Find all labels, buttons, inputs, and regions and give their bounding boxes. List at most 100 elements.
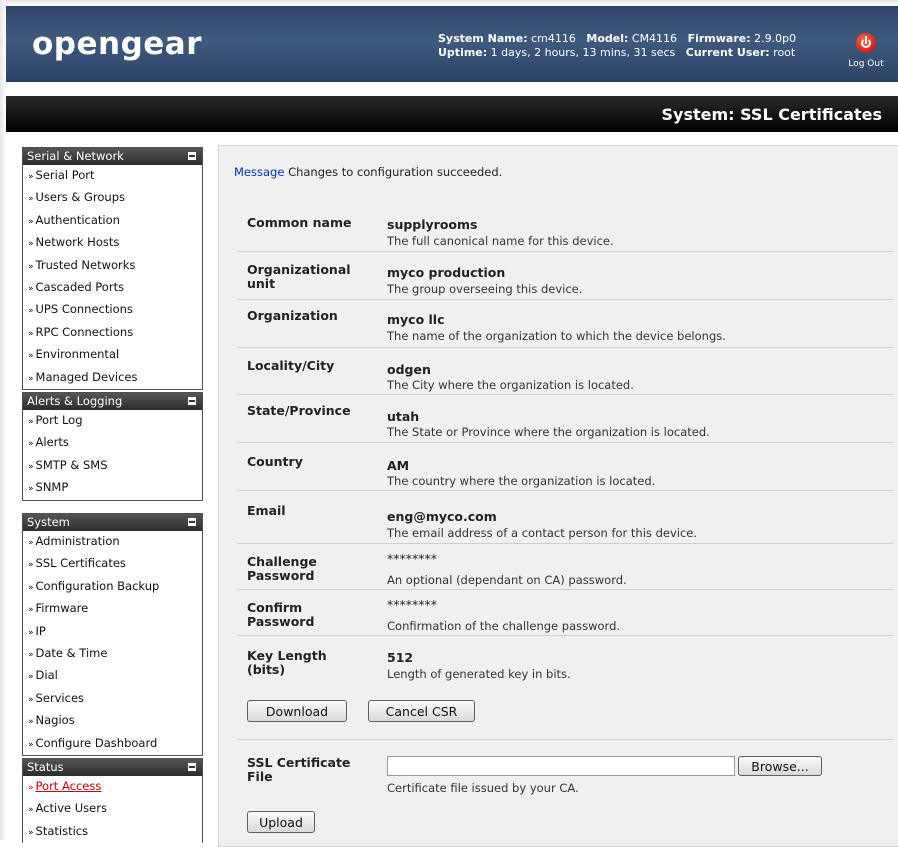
sidebar-item-services[interactable]: » Services bbox=[23, 688, 202, 710]
confirm-password-label: Confirm Password bbox=[247, 601, 314, 629]
sidebar-item-managed-devices[interactable]: » Managed Devices bbox=[23, 367, 202, 389]
key-length-label-line-2: (bits) bbox=[247, 662, 286, 677]
sidebar-item-label: RPC Connections bbox=[35, 324, 134, 339]
browse-button[interactable]: Browse... bbox=[738, 756, 822, 776]
sidebar-item-active-users[interactable]: » Active Users bbox=[23, 798, 202, 820]
collapse-icon[interactable] bbox=[188, 397, 196, 405]
sidebar-item-date-time[interactable]: » Date & Time bbox=[23, 643, 202, 665]
org-unit-label-line-2: unit bbox=[247, 276, 276, 291]
upload-button[interactable]: Upload bbox=[247, 811, 315, 833]
field-row-challenge-password: Challenge Password ******** An optional (… bbox=[237, 543, 893, 590]
sidebar-item-administration[interactable]: » Administration bbox=[23, 531, 202, 553]
sidebar-item-ssl-certificates[interactable]: » SSL Certificates bbox=[23, 553, 202, 575]
cancel-csr-button[interactable]: Cancel CSR bbox=[368, 700, 475, 722]
bullet-icon: » bbox=[28, 650, 34, 661]
sidebar-item-label: Environmental bbox=[35, 347, 120, 362]
sidebar-list: » Serial Port » Users & Groups » Authentica… bbox=[23, 165, 202, 389]
sidebar-item-configure-dashboard[interactable]: » Configure Dashboard bbox=[23, 733, 202, 755]
sidebar-item-authentication[interactable]: » Authentication bbox=[23, 210, 202, 232]
sidebar-item-label: Administration bbox=[35, 534, 120, 548]
sidebar-item-label: IP bbox=[35, 623, 46, 638]
bullet-icon: » bbox=[28, 827, 34, 838]
sidebar-item-label: Port Access bbox=[35, 779, 102, 793]
status-message: Message Changes to configuration succeed… bbox=[234, 165, 502, 179]
sidebar-item-label: Authentication bbox=[35, 212, 120, 227]
bullet-icon: » bbox=[28, 739, 34, 750]
bullet-icon: » bbox=[28, 439, 34, 450]
bullet-icon: » bbox=[28, 484, 34, 495]
sidebar-item-label: Date & Time bbox=[35, 646, 108, 661]
sidebar-item-alerts[interactable]: » Alerts bbox=[23, 432, 202, 454]
system-info-line-2: Uptime: 1 days, 2 hours, 13 mins, 31 sec… bbox=[438, 46, 796, 60]
sidebar-item-port-log[interactable]: » Port Log bbox=[23, 410, 202, 432]
country-desc: The country where the organization is lo… bbox=[387, 474, 656, 488]
main-content: Message Changes to configuration succeed… bbox=[218, 145, 898, 847]
confirm-password-desc: Confirmation of the challenge password. bbox=[387, 619, 621, 633]
system-name-value: cm4116 bbox=[531, 32, 576, 45]
common-name-value: supplyrooms bbox=[387, 217, 478, 232]
sidebar-title: System bbox=[27, 515, 70, 529]
sidebar-item-serial-port[interactable]: » Serial Port bbox=[23, 165, 202, 187]
sidebar-item-label: Port Log bbox=[35, 413, 83, 427]
logout-label: Log Out bbox=[848, 59, 884, 69]
challenge-label-line-2: Password bbox=[247, 568, 315, 583]
sidebar-system: System » Administration » SSL Certificates… bbox=[22, 513, 203, 757]
collapse-icon[interactable] bbox=[188, 763, 196, 771]
state-value: utah bbox=[387, 409, 420, 424]
sidebar-item-label: Trusted Networks bbox=[35, 257, 136, 272]
sidebar-title: Alerts & Logging bbox=[27, 394, 123, 408]
current-user-label: Current User: bbox=[685, 46, 770, 59]
bullet-icon: » bbox=[28, 805, 34, 816]
sidebar-item-cascaded-ports[interactable]: » Cascaded Ports bbox=[23, 277, 202, 299]
sidebar-header-alerts-logging: Alerts & Logging bbox=[23, 393, 202, 410]
collapse-icon[interactable] bbox=[188, 152, 196, 160]
current-user-value: root bbox=[773, 46, 796, 59]
sidebar-item-label: Cascaded Ports bbox=[35, 280, 125, 295]
sidebar-item-configuration-backup[interactable]: » Configuration Backup bbox=[23, 576, 202, 598]
ssl-file-input[interactable] bbox=[387, 756, 735, 776]
model-value: CM4116 bbox=[631, 32, 678, 45]
bullet-icon: » bbox=[28, 560, 34, 571]
challenge-password-desc: An optional (dependant on CA) password. bbox=[387, 573, 627, 587]
sidebar-item-users-groups[interactable]: » Users & Groups bbox=[23, 187, 202, 209]
sidebar-header-system: System bbox=[23, 514, 202, 531]
sidebar-item-firmware[interactable]: » Firmware bbox=[23, 598, 202, 620]
sidebar-title: Status bbox=[27, 760, 64, 774]
sidebar-item-label: SSL Certificates bbox=[35, 556, 126, 571]
sidebar-status: Status » Port Access » Active Users » Stati… bbox=[22, 758, 203, 844]
sidebar-item-ip[interactable]: » IP bbox=[23, 621, 202, 643]
logout-button[interactable]: Log Out bbox=[844, 33, 888, 69]
sidebar-item-label: SNMP bbox=[35, 480, 69, 495]
bullet-icon: » bbox=[28, 627, 34, 638]
model-label: Model: bbox=[586, 32, 629, 45]
sidebar-item-network-hosts[interactable]: » Network Hosts bbox=[23, 232, 202, 254]
bullet-icon: » bbox=[28, 717, 34, 728]
sidebar-item-rpc-connections[interactable]: » RPC Connections bbox=[23, 322, 202, 344]
confirm-password-value: ******** bbox=[387, 597, 437, 612]
bullet-icon: » bbox=[28, 306, 34, 317]
ssl-file-label: SSL Certificate File bbox=[247, 756, 350, 784]
field-row-locality: Locality/City odgen The City where the o… bbox=[237, 347, 893, 395]
org-unit-label-line-1: Organizational bbox=[247, 262, 351, 277]
sidebar-item-snmp[interactable]: » SNMP bbox=[23, 477, 202, 499]
sidebar-item-port-access[interactable]: » Port Access bbox=[23, 776, 202, 798]
sidebar-header-status: Status bbox=[23, 759, 202, 776]
sidebar-item-label: Configuration Backup bbox=[35, 578, 160, 593]
sidebar-item-smtp-sms[interactable]: » SMTP & SMS bbox=[23, 455, 202, 477]
collapse-icon[interactable] bbox=[188, 518, 196, 526]
sidebar-header-serial-network: Serial & Network bbox=[23, 148, 202, 165]
sidebar-item-label: Statistics bbox=[35, 823, 89, 838]
field-row-common-name: Common name supplyrooms The full canonic… bbox=[237, 204, 893, 252]
firmware-label: Firmware: bbox=[687, 32, 751, 45]
sidebar-item-label: UPS Connections bbox=[35, 302, 133, 317]
sidebar-item-nagios[interactable]: » Nagios bbox=[23, 710, 202, 732]
sidebar-item-trusted-networks[interactable]: » Trusted Networks bbox=[23, 255, 202, 277]
sidebar-item-label: Dial bbox=[35, 668, 58, 683]
organization-value: myco llc bbox=[387, 312, 445, 327]
sidebar-item-dial[interactable]: » Dial bbox=[23, 665, 202, 687]
sidebar-item-label: Nagios bbox=[35, 713, 75, 728]
download-button[interactable]: Download bbox=[247, 700, 347, 722]
challenge-password-label: Challenge Password bbox=[247, 555, 317, 583]
sidebar-item-ups-connections[interactable]: » UPS Connections bbox=[23, 299, 202, 321]
sidebar-item-environmental[interactable]: » Environmental bbox=[23, 344, 202, 366]
